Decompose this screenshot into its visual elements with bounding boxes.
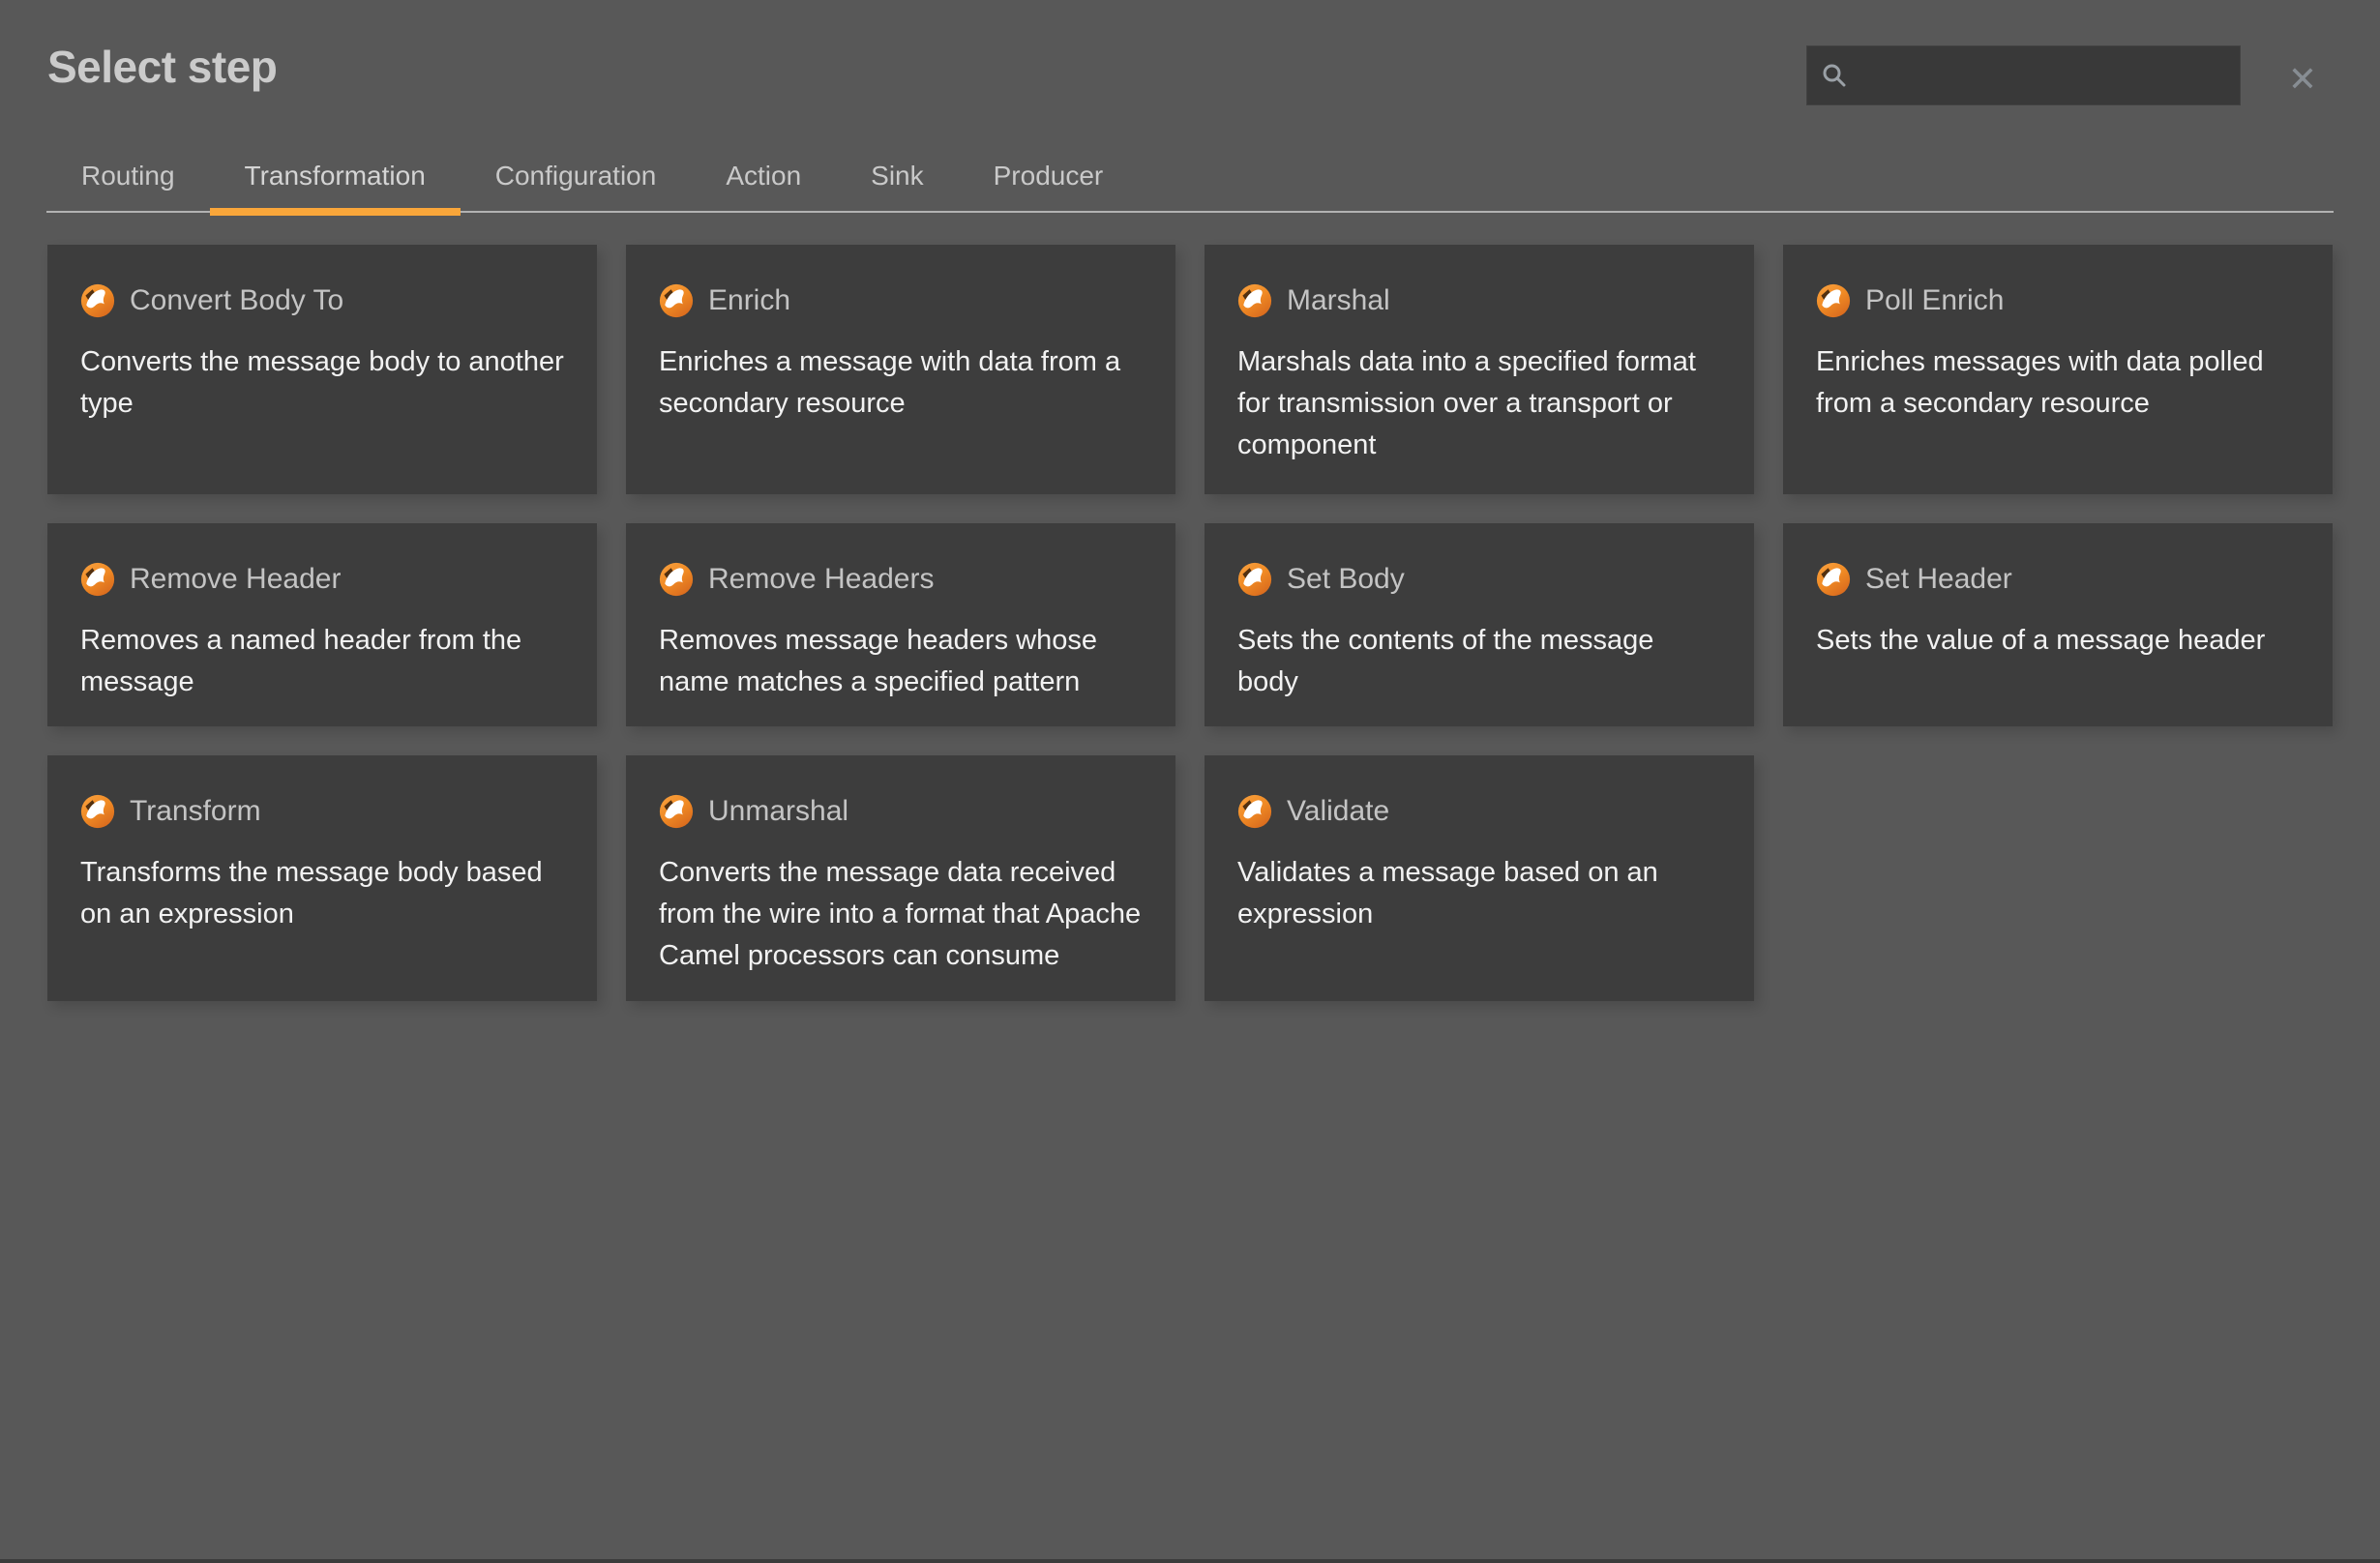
window-bottom-edge [0,1559,2380,1563]
step-card-title: Convert Body To [130,284,343,317]
step-card-header: Marshal [1237,283,1721,318]
step-card-description: Enriches messages with data polled from … [1816,341,2300,425]
step-card-validate[interactable]: Validate Validates a message based on an… [1205,755,1754,1001]
camel-logo-icon [1816,283,1851,318]
step-card-enrich[interactable]: Enrich Enriches a message with data from… [626,245,1175,494]
step-card-header: Enrich [659,283,1143,318]
step-card-header: Convert Body To [80,283,564,318]
step-grid: Convert Body To Converts the message bod… [47,245,2335,1001]
step-card-description: Sets the value of a message header [1816,620,2300,662]
step-card-poll-enrich[interactable]: Poll Enrich Enriches messages with data … [1783,245,2333,494]
tab-sink[interactable]: Sink [836,141,958,211]
step-card-unmarshal[interactable]: Unmarshal Converts the message data rece… [626,755,1175,1001]
step-card-title: Remove Headers [708,563,934,596]
step-card-header: Transform [80,794,564,829]
step-card-header: Unmarshal [659,794,1143,829]
step-card-header: Poll Enrich [1816,283,2300,318]
step-card-description: Converts the message data received from … [659,852,1143,977]
step-card-title: Enrich [708,284,790,317]
step-card-description: Sets the contents of the message body [1237,620,1721,703]
step-card-title: Validate [1287,795,1389,828]
step-card-title: Set Body [1287,563,1405,596]
search-input[interactable] [1858,61,2226,91]
step-card-description: Marshals data into a specified format fo… [1237,341,1721,466]
camel-logo-icon [1237,794,1272,829]
step-card-remove-header[interactable]: Remove Header Removes a named header fro… [47,523,597,726]
camel-logo-icon [80,562,115,597]
step-card-header: Set Body [1237,562,1721,597]
step-card-title: Poll Enrich [1865,284,2004,317]
camel-logo-icon [1816,562,1851,597]
step-card-description: Validates a message based on an expressi… [1237,852,1721,935]
camel-logo-icon [1237,283,1272,318]
camel-logo-icon [659,562,694,597]
search-box[interactable] [1806,45,2241,105]
step-card-transform[interactable]: Transform Transforms the message body ba… [47,755,597,1001]
step-card-description: Enriches a message with data from a seco… [659,341,1143,425]
tab-producer[interactable]: Producer [959,141,1139,211]
step-card-title: Set Header [1865,563,2012,596]
tab-action[interactable]: Action [691,141,836,211]
camel-logo-icon [659,794,694,829]
step-card-convert-body-to[interactable]: Convert Body To Converts the message bod… [47,245,597,494]
camel-logo-icon [659,283,694,318]
step-card-header: Remove Header [80,562,564,597]
step-card-title: Unmarshal [708,795,848,828]
step-card-description: Removes message headers whose name match… [659,620,1143,703]
step-card-description: Removes a named header from the message [80,620,564,703]
step-card-title: Remove Header [130,563,341,596]
step-card-header: Set Header [1816,562,2300,597]
tab-routing[interactable]: Routing [46,141,210,211]
close-icon[interactable]: ✕ [2276,54,2330,106]
tab-bar: Routing Transformation Configuration Act… [46,141,2334,213]
camel-logo-icon [80,283,115,318]
step-card-header: Remove Headers [659,562,1143,597]
tab-configuration[interactable]: Configuration [461,141,692,211]
step-card-description: Converts the message body to another typ… [80,341,564,425]
step-card-marshal[interactable]: Marshal Marshals data into a specified f… [1205,245,1754,494]
step-card-set-header[interactable]: Set Header Sets the value of a message h… [1783,523,2333,726]
step-card-title: Marshal [1287,284,1390,317]
step-card-description: Transforms the message body based on an … [80,852,564,935]
search-icon [1821,62,1848,89]
step-card-header: Validate [1237,794,1721,829]
step-card-set-body[interactable]: Set Body Sets the contents of the messag… [1205,523,1754,726]
page-title: Select step [47,41,277,93]
step-card-title: Transform [130,795,261,828]
step-card-remove-headers[interactable]: Remove Headers Removes message headers w… [626,523,1175,726]
tab-transformation[interactable]: Transformation [210,141,461,211]
camel-logo-icon [80,794,115,829]
camel-logo-icon [1237,562,1272,597]
